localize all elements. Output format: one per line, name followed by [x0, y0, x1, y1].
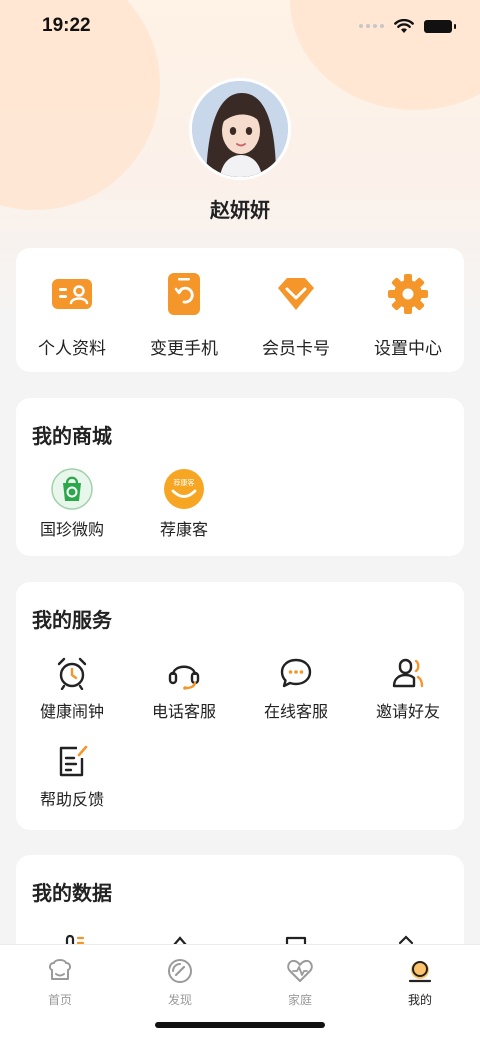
svc-label-phone-service: 电话客服	[151, 702, 216, 721]
mall-label-guozhen: 国珍微购	[39, 520, 104, 539]
mall-label-jiankangke: 荐康客	[159, 520, 208, 539]
svc-label-invite: 邀请好友	[375, 702, 440, 721]
invite-user-icon	[392, 658, 424, 688]
mall-title: 我的商城	[32, 424, 112, 448]
home-indicator	[155, 1022, 325, 1028]
status-bar: 19:22	[0, 0, 480, 52]
avatar[interactable]	[189, 78, 291, 180]
quick-item-member-card[interactable]: 会员卡号	[240, 248, 352, 372]
mall-card: 我的商城 国珍微购 荐康客 荐康客	[16, 398, 464, 556]
status-icons	[359, 18, 456, 34]
tab-discover[interactable]: 发现	[120, 957, 240, 1008]
quick-label-profile: 个人资料	[38, 339, 106, 359]
compass-icon	[168, 959, 192, 983]
tab-label-home: 首页	[47, 993, 72, 1007]
feedback-note-icon	[59, 745, 88, 777]
user-name[interactable]: 赵妍妍	[0, 194, 480, 223]
diamond-icon	[278, 278, 314, 310]
svc-item-feedback[interactable]: 帮助反馈	[16, 744, 128, 810]
quick-label-change-phone: 变更手机	[150, 339, 218, 359]
mall-item-jiankangke[interactable]: 荐康客 荐康客	[128, 468, 240, 540]
phone-change-icon	[168, 273, 200, 315]
services-card: 我的服务 健康闹钟 电话客服 在线客服 邀请好友 帮助反馈	[16, 582, 464, 830]
me-icon	[408, 961, 432, 983]
quick-actions-card: 个人资料 变更手机 会员卡号 设置中心	[16, 248, 464, 372]
smile-logo-icon: 荐康客	[164, 469, 204, 509]
tab-label-family: 家庭	[287, 993, 312, 1007]
quick-item-profile[interactable]: 个人资料	[16, 248, 128, 372]
tab-me[interactable]: 我的	[360, 957, 480, 1008]
smile-logo-text: 荐康客	[174, 478, 195, 487]
quick-item-settings[interactable]: 设置中心	[352, 248, 464, 372]
shopping-bag-icon	[51, 468, 93, 510]
tab-home[interactable]: 首页	[0, 957, 120, 1008]
svc-item-online-service[interactable]: 在线客服	[240, 656, 352, 722]
quick-label-settings: 设置中心	[374, 339, 442, 359]
quick-item-change-phone[interactable]: 变更手机	[128, 248, 240, 372]
wifi-icon	[394, 18, 414, 33]
mall-item-guozhen[interactable]: 国珍微购	[16, 468, 128, 540]
quick-label-member-card: 会员卡号	[262, 339, 330, 359]
svc-label-feedback: 帮助反馈	[39, 790, 104, 809]
avatar-portrait	[192, 81, 288, 177]
chat-bubble-icon	[280, 658, 312, 688]
gear-icon	[388, 274, 428, 314]
headset-icon	[168, 665, 200, 690]
data-title: 我的数据	[32, 881, 112, 905]
tab-label-discover: 发现	[167, 993, 192, 1007]
status-time: 19:22	[42, 15, 91, 36]
tab-family[interactable]: 家庭	[240, 957, 360, 1008]
svc-label-alarm: 健康闹钟	[39, 702, 104, 721]
alarm-clock-icon	[57, 657, 87, 690]
tab-label-me: 我的	[407, 993, 432, 1007]
svc-item-invite[interactable]: 邀请好友	[352, 656, 464, 722]
svc-item-phone-service[interactable]: 电话客服	[128, 656, 240, 722]
services-title: 我的服务	[32, 608, 112, 632]
battery-icon	[424, 19, 456, 33]
svc-label-online-service: 在线客服	[263, 702, 328, 721]
svc-item-alarm[interactable]: 健康闹钟	[16, 656, 128, 722]
signal-icon	[359, 24, 384, 28]
home-icon	[48, 959, 72, 980]
family-heart-icon	[287, 959, 313, 982]
profile-card-icon	[52, 279, 92, 309]
